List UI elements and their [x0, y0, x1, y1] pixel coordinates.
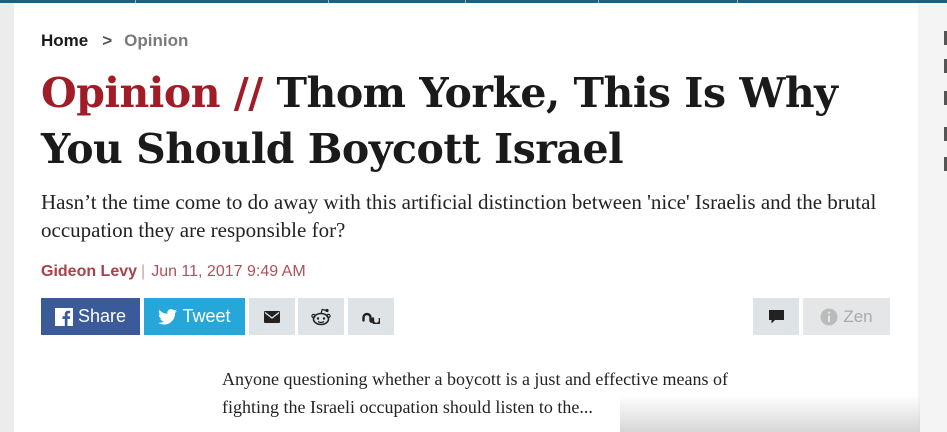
breadcrumb-separator: > [102, 31, 113, 50]
byline-separator: | [141, 263, 146, 280]
byline: Gideon Levy | Jun 11, 2017 9:49 AM [41, 263, 306, 281]
stumbleupon-share-button[interactable] [348, 298, 394, 335]
article-headline: Opinion // Thom Yorke, This Is Why You S… [41, 65, 911, 177]
facebook-icon [54, 307, 73, 326]
info-icon [820, 308, 838, 326]
breadcrumb: Home > Opinion [41, 31, 188, 51]
facebook-share-button[interactable]: Share [41, 298, 140, 335]
reddit-share-button[interactable] [298, 298, 344, 335]
comments-button[interactable] [753, 298, 799, 335]
right-scroll-rail [918, 3, 947, 432]
zen-mode-button[interactable]: Zen [803, 298, 890, 335]
facebook-share-label: Share [77, 306, 127, 326]
breadcrumb-opinion-link[interactable]: Opinion [124, 31, 188, 50]
twitter-tweet-button[interactable]: Tweet [144, 298, 245, 335]
author-link[interactable]: Gideon Levy [41, 263, 137, 280]
section-label[interactable]: Opinion // [41, 69, 263, 117]
mail-icon [264, 310, 280, 323]
article-page: Home > Opinion Opinion // Thom Yorke, This… [14, 3, 918, 432]
comment-icon [768, 309, 784, 324]
article-subtitle: Hasn’t the time come to do away with thi… [41, 190, 877, 242]
twitter-icon [158, 308, 178, 325]
overlay-shadow [620, 395, 920, 432]
zen-label: Zen [843, 306, 873, 326]
email-share-button[interactable] [249, 298, 295, 335]
stumbleupon-icon [362, 310, 380, 324]
publish-date: Jun 11, 2017 9:49 AM [151, 263, 306, 280]
twitter-tweet-label: Tweet [182, 306, 231, 326]
breadcrumb-home-link[interactable]: Home [41, 31, 88, 50]
reddit-icon [311, 308, 331, 326]
